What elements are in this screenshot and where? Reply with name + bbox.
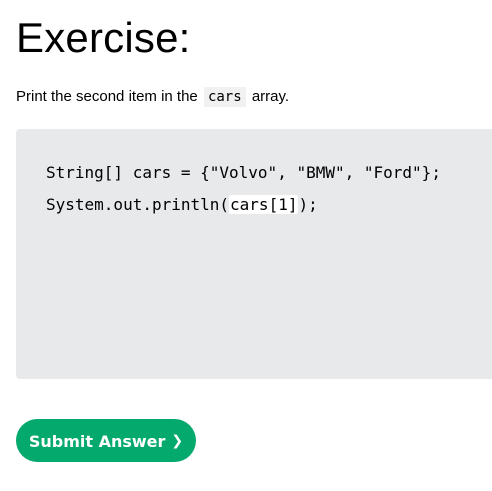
answer-input[interactable]: cars[1] (229, 195, 299, 214)
code-line-2-prefix: System.out.println( (46, 195, 230, 214)
code-editor: String[] cars = {"Volvo", "BMW", "Ford"}… (16, 129, 492, 379)
instruction-text-before: Print the second item in the (16, 88, 198, 105)
chevron-right-icon: ❯ (171, 433, 184, 449)
instruction-text-after: array. (251, 88, 290, 105)
code-line-2-suffix: ); (298, 195, 318, 214)
exercise-instruction: Print the second item in the cars array. (16, 86, 289, 108)
code-line-2: System.out.println(cars[1]); (46, 193, 318, 217)
submit-answer-button[interactable]: Submit Answer ❯ (16, 419, 196, 462)
code-line-1: String[] cars = {"Volvo", "BMW", "Ford"}… (46, 163, 441, 182)
page-title: Exercise: (16, 14, 191, 61)
exercise-page: Exercise: Print the second item in the c… (0, 0, 492, 491)
instruction-inline-code: cars (203, 87, 246, 107)
submit-answer-label: Submit Answer (28, 432, 166, 451)
